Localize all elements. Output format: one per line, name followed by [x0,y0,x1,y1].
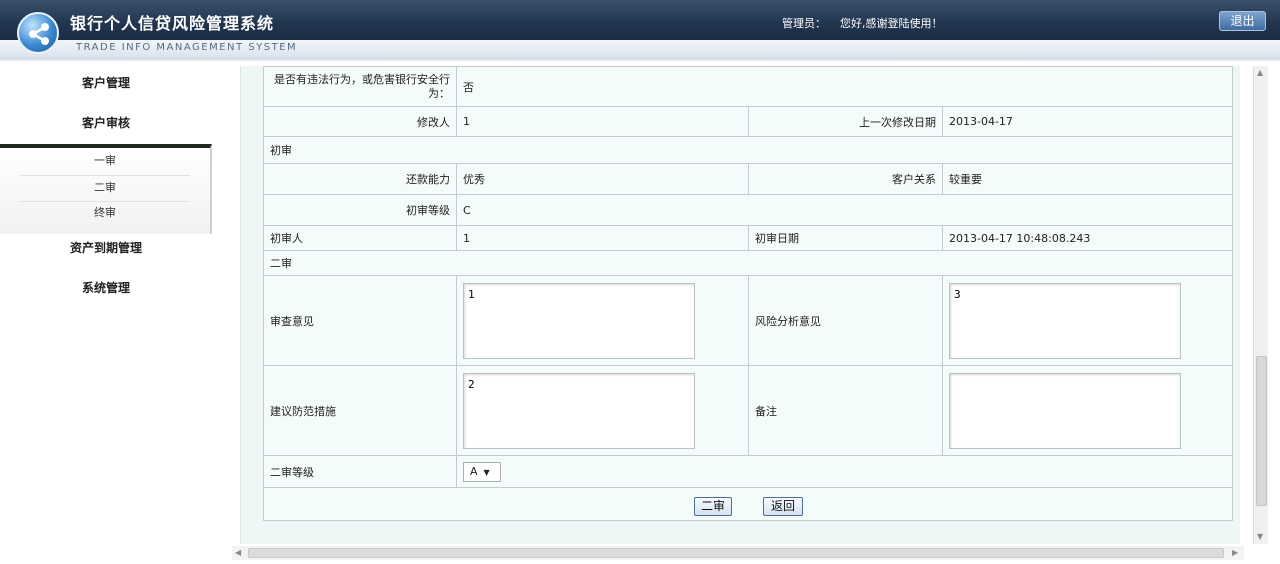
scroll-left-icon[interactable]: ◀ [235,548,241,557]
last-modified-label: 上一次修改日期 [748,106,943,137]
table-row: 还款能力 优秀 客户关系 较重要 [263,163,1233,195]
review-opinion-textarea[interactable] [463,282,695,359]
table-row: 修改人 1 上一次修改日期 2013-04-17 [263,106,1233,137]
sidebar-item-customer-management[interactable]: 客户管理 [0,72,212,94]
horizontal-scroll-thumb[interactable] [248,548,1224,558]
second-review-grade-label: 二审等级 [263,455,457,488]
action-button-cell [263,487,1233,521]
review-opinion-cell [456,275,749,366]
scroll-up-icon[interactable]: ▲ [1257,68,1263,77]
second-review-section-title: 二审 [263,250,1233,276]
app-title: 银行个人信贷风险管理系统 [70,14,275,33]
modifier-value: 1 [456,106,749,137]
vertical-scrollbar[interactable]: ▲ ▼ [1253,66,1268,544]
first-review-section-title: 初审 [263,136,1233,164]
illegal-behavior-value: 否 [456,66,1233,107]
submenu-divider [20,175,190,176]
table-row: 审查意见 风险分析意见 [263,275,1233,366]
remark-cell [942,365,1233,456]
logout-button[interactable]: 退出 [1219,11,1266,31]
scroll-right-icon[interactable]: ▶ [1232,548,1238,557]
horizontal-scrollbar[interactable]: ◀ ▶ [232,546,1244,560]
risk-analysis-cell [942,275,1233,366]
admin-label: 管理员： [782,17,826,30]
share-logo-icon [17,12,59,54]
sidebar-subitem-final-review[interactable]: 终审 [0,203,210,223]
prevention-measures-textarea[interactable] [463,372,695,449]
repayment-ability-value: 优秀 [456,163,749,195]
remark-textarea[interactable] [949,372,1181,449]
back-button[interactable]: 返回 [763,497,803,516]
app-subtitle: TRADE INFO MANAGEMENT SYSTEM [76,42,298,53]
second-review-grade-value: A [470,464,478,478]
risk-analysis-textarea[interactable] [949,282,1181,359]
review-form-table: 是否有违法行为，或危害银行安全行为： 否 修改人 1 上一次修改日期 2013-… [263,66,1233,521]
review-opinion-label: 审查意见 [263,275,457,366]
sidebar-subitem-second-review[interactable]: 二审 [0,178,210,198]
review-form-panel: 是否有违法行为，或危害银行安全行为： 否 修改人 1 上一次修改日期 2013-… [240,66,1240,544]
sidebar-submenu: 一审 二审 终审 [0,144,212,234]
table-row: 是否有违法行为，或危害银行安全行为： 否 [263,66,1233,107]
sidebar-subitem-first-review[interactable]: 一审 [0,151,210,171]
submenu-divider [20,201,190,202]
last-modified-value: 2013-04-17 [942,106,1233,137]
vertical-scroll-thumb[interactable] [1256,356,1267,506]
repayment-ability-label: 还款能力 [263,163,457,195]
table-row: 二审 [263,250,1233,276]
first-review-grade-value: C [456,194,1233,226]
first-review-grade-label: 初审等级 [263,194,457,226]
sidebar: 客户管理 客户审核 一审 二审 终审 资产到期管理 系统管理 [0,62,212,564]
prevention-measures-label: 建议防范措施 [263,365,457,456]
second-review-grade-cell: A ▼ [456,455,1233,488]
modifier-label: 修改人 [263,106,457,137]
first-review-date-label: 初审日期 [748,225,943,251]
sidebar-item-asset-maturity[interactable]: 资产到期管理 [0,237,212,259]
table-row: 建议防范措施 备注 [263,365,1233,456]
first-reviewer-value: 1 [456,225,749,251]
customer-relation-value: 较重要 [942,163,1233,195]
second-review-submit-button[interactable]: 二审 [694,497,732,516]
chevron-down-icon: ▼ [483,467,490,477]
table-row: 初审人 1 初审日期 2013-04-17 10:48:08.243 [263,225,1233,251]
app-header: 银行个人信贷风险管理系统 TRADE INFO MANAGEMENT SYSTE… [0,0,1280,62]
table-row: 初审等级 C [263,194,1233,226]
prevention-measures-cell [456,365,749,456]
welcome-text: 您好,感谢登陆使用！ [840,17,943,30]
table-row [263,487,1233,521]
customer-relation-label: 客户关系 [748,163,943,195]
table-row: 二审等级 A ▼ [263,455,1233,488]
sidebar-item-system-management[interactable]: 系统管理 [0,277,212,299]
illegal-behavior-label: 是否有违法行为，或危害银行安全行为： [263,66,457,107]
first-reviewer-label: 初审人 [263,225,457,251]
risk-analysis-label: 风险分析意见 [748,275,943,366]
second-review-grade-select[interactable]: A ▼ [463,461,501,482]
scroll-down-icon[interactable]: ▼ [1257,532,1263,541]
first-review-date-value: 2013-04-17 10:48:08.243 [942,225,1233,251]
sidebar-item-customer-review[interactable]: 客户审核 [0,112,212,134]
main-content: 是否有违法行为，或危害银行安全行为： 否 修改人 1 上一次修改日期 2013-… [232,66,1280,564]
remark-label: 备注 [748,365,943,456]
table-row: 初审 [263,136,1233,164]
